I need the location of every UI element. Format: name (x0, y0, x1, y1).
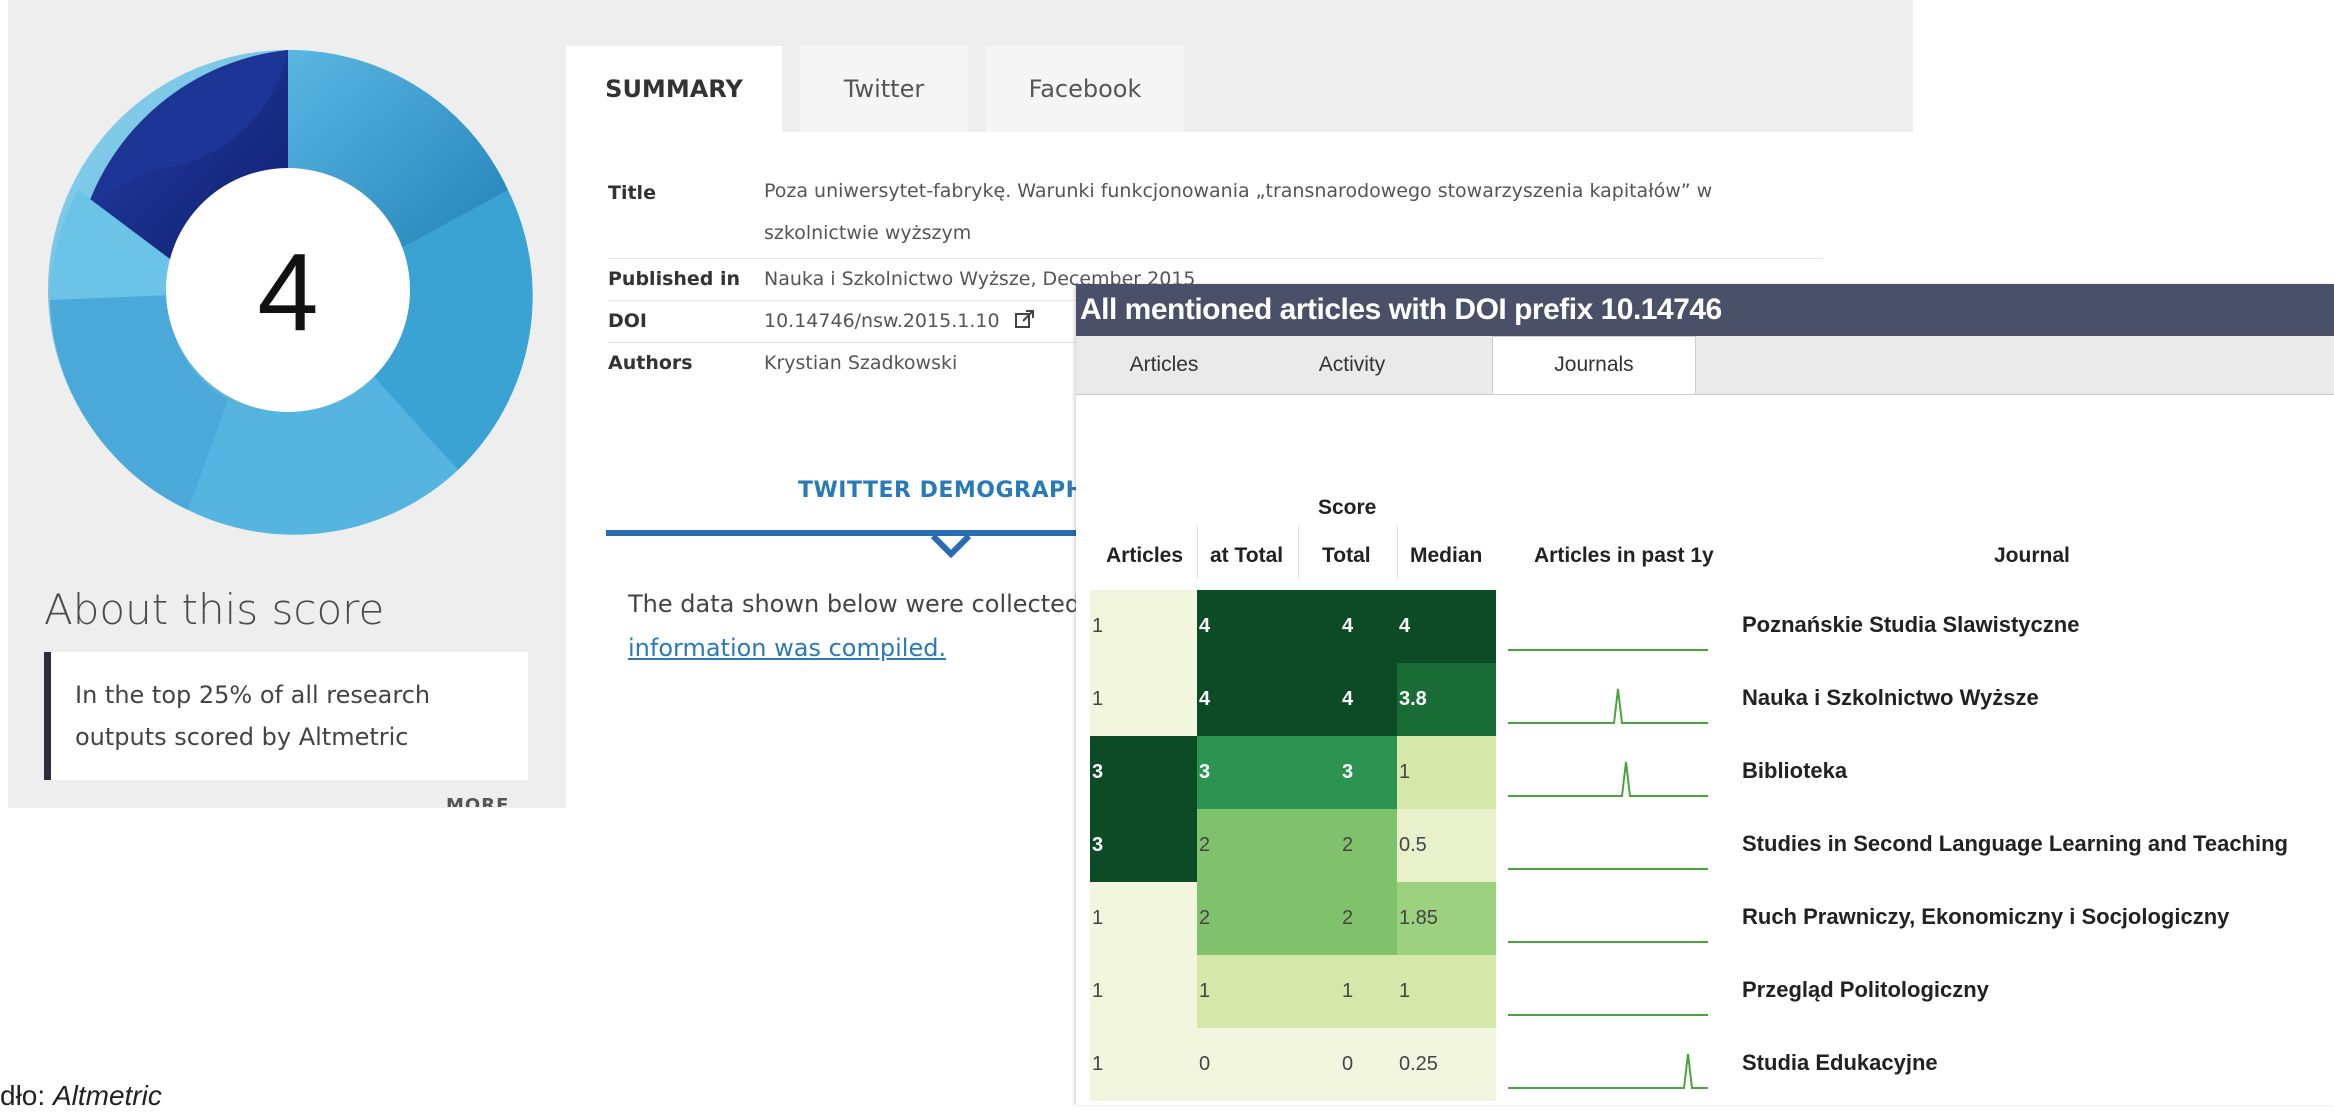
cell-articles: 3 (1090, 736, 1197, 809)
sparkline (1508, 1014, 1708, 1016)
cell-articles: 1 (1090, 1028, 1197, 1101)
sparkline (1508, 868, 1708, 870)
col-articles[interactable]: Articles (1106, 544, 1183, 568)
tab-facebook[interactable]: Facebook (986, 46, 1184, 132)
sparkline (1508, 941, 1708, 943)
more-link[interactable]: MORE (446, 795, 509, 807)
title-label: Title (608, 182, 656, 204)
cell-articles: 1 (1090, 590, 1197, 663)
source-name: Altmetric (52, 1080, 162, 1111)
cell-median: 4 (1397, 590, 1496, 663)
cell-median: 1 (1397, 955, 1496, 1028)
tab-articles[interactable]: Articles (1076, 336, 1252, 394)
cell-median: 0.5 (1397, 809, 1496, 882)
authors-label: Authors (608, 352, 693, 374)
cell-total: 2 (1298, 882, 1397, 955)
journals-panel-header: All mentioned articles with DOI prefix 1… (1076, 284, 2334, 336)
col-median[interactable]: Median (1410, 544, 1482, 568)
tab-activity[interactable]: Activity (1252, 336, 1452, 394)
title-value-line-1: Poza uniwersytet-fabrykę. Warunki funkcj… (764, 180, 1713, 202)
col-articles-past-year: Articles in past 1y (1534, 544, 1714, 567)
sparkline (1508, 1053, 1708, 1089)
col-at-total[interactable]: at Total (1210, 544, 1283, 568)
tab-journals[interactable]: Journals (1492, 336, 1696, 394)
cell-articles: 1 (1090, 882, 1197, 955)
score-number: 4 (257, 231, 318, 354)
cell-at-total: 0 (1197, 1028, 1298, 1101)
cell-at-total: 2 (1197, 882, 1298, 955)
cell-total: 0 (1298, 1028, 1397, 1101)
cell-articles: 1 (1090, 663, 1197, 736)
col-journal[interactable]: Journal (1994, 544, 2070, 568)
sparkline (1508, 688, 1708, 724)
doi-link[interactable]: 10.14746/nsw.2015.1.10 (764, 310, 1000, 332)
cell-articles: 1 (1090, 955, 1197, 1028)
score-context-line-1: In the top 25% of all research (75, 681, 431, 709)
source-caption: dło: Altmetric (0, 1080, 162, 1111)
cell-median: 0.25 (1397, 1028, 1496, 1101)
cell-total: 1 (1298, 955, 1397, 1028)
sparkline (1508, 649, 1708, 651)
journal-name-link[interactable]: Studia Edukacyjne (1742, 1050, 1938, 1076)
title-value-line-2: szkolnictwie wyższym (764, 222, 972, 244)
tab-summary[interactable]: SUMMARY (566, 46, 782, 132)
published-label: Published in (608, 268, 741, 290)
cell-at-total: 2 (1197, 809, 1298, 882)
title-value: Poza uniwersytet-fabrykę. Warunki funkcj… (764, 170, 1814, 254)
column-divider (1397, 526, 1398, 578)
col-total[interactable]: Total (1322, 544, 1371, 568)
cell-at-total: 3 (1197, 736, 1298, 809)
cell-at-total: 1 (1197, 955, 1298, 1028)
external-link-icon[interactable] (1014, 308, 1036, 330)
compiled-info-link[interactable]: information was compiled. (628, 634, 946, 662)
meta-row-title: Title Poza uniwersytet-fabrykę. Warunki … (608, 170, 1823, 259)
journals-tab-bar: Articles Activity Journals (1076, 336, 2334, 395)
journal-name-link[interactable]: Nauka i Szkolnictwo Wyższe (1742, 685, 2039, 711)
cell-median: 3.8 (1397, 663, 1496, 736)
cell-median: 1.85 (1397, 882, 1496, 955)
column-divider (1197, 526, 1198, 578)
journal-name-link[interactable]: Poznańskie Studia Slawistyczne (1742, 612, 2079, 638)
cell-total: 3 (1298, 736, 1397, 809)
journal-name-link[interactable]: Studies in Second Language Learning and … (1742, 831, 2288, 857)
cell-at-total: 4 (1197, 590, 1298, 663)
journal-name-link[interactable]: Przegląd Politologiczny (1742, 977, 1989, 1003)
score-group-header: Score (1318, 496, 1377, 519)
tab-twitter[interactable]: Twitter (800, 46, 968, 132)
column-divider (1298, 526, 1299, 578)
summary-tab-bar: SUMMARY Twitter Facebook (566, 0, 1913, 132)
cell-articles: 3 (1090, 809, 1197, 882)
journals-panel: All mentioned articles with DOI prefix 1… (1076, 284, 2334, 1105)
about-score-heading: About this score (44, 585, 385, 634)
caret-down-icon (931, 534, 971, 558)
sparkline (1508, 761, 1708, 797)
altmetric-donut-panel: 4 About this score In the top 25% of all… (8, 0, 566, 808)
cell-total: 2 (1298, 809, 1397, 882)
journal-name-link[interactable]: Biblioteka (1742, 758, 1847, 784)
cell-total: 4 (1298, 590, 1397, 663)
cell-median: 1 (1397, 736, 1496, 809)
journal-name-link[interactable]: Ruch Prawniczy, Ekonomiczny i Socjologic… (1742, 904, 2229, 930)
cell-total: 4 (1298, 663, 1397, 736)
score-context-line-2: outputs scored by Altmetric (75, 723, 409, 751)
doi-label: DOI (608, 310, 647, 332)
score-context-box: In the top 25% of all research outputs s… (44, 652, 528, 780)
cell-at-total: 4 (1197, 663, 1298, 736)
altmetric-donut-icon: 4 (48, 49, 533, 535)
